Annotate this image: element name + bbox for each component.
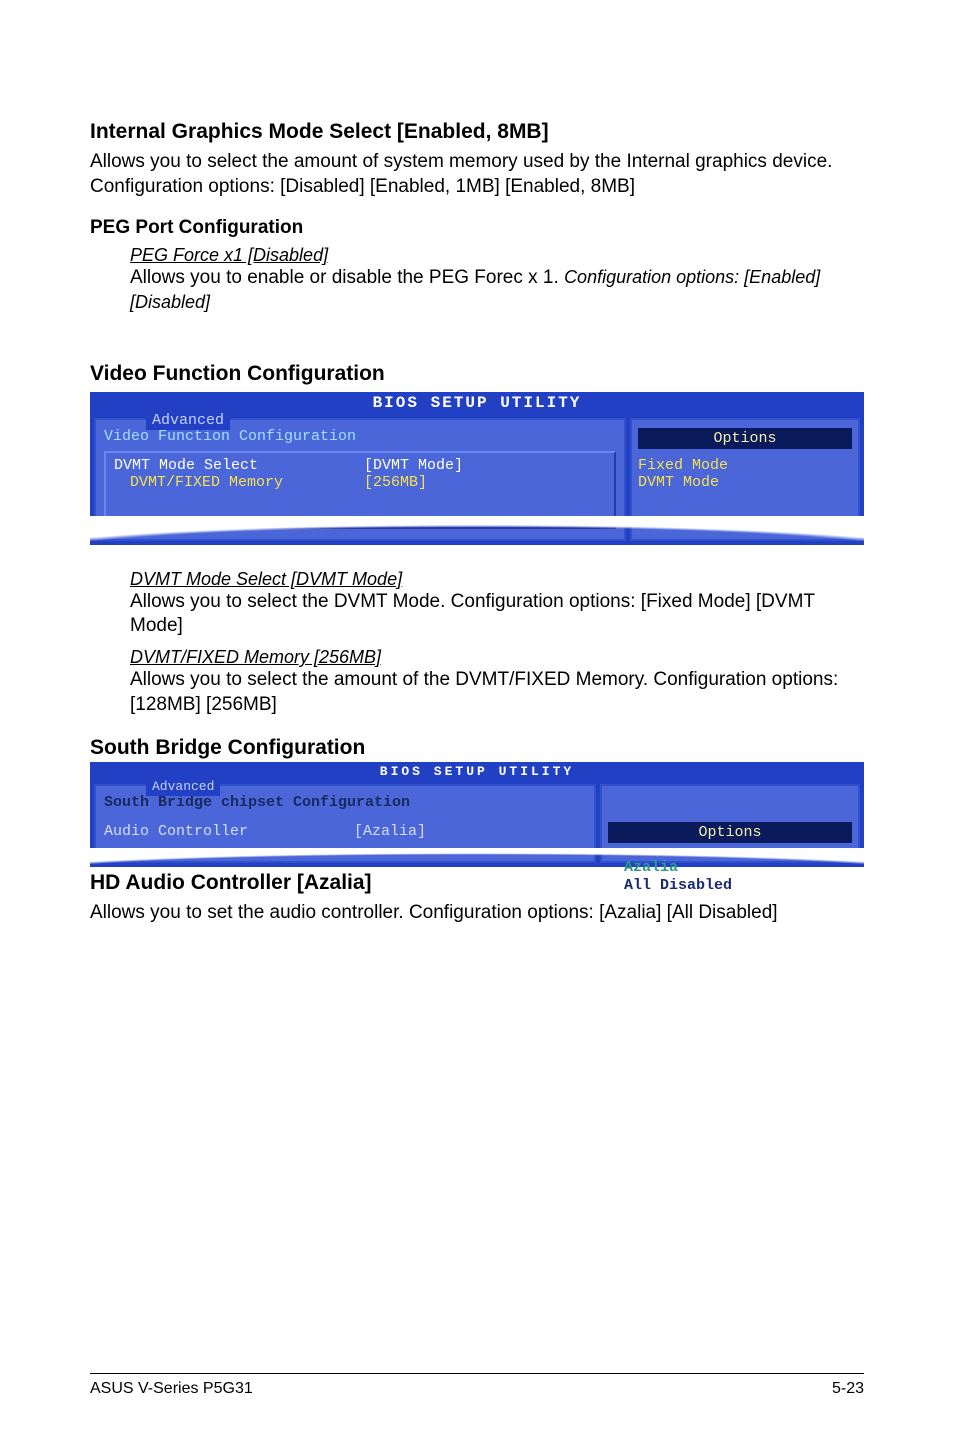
peg-item-body-a: Allows you to enable or disable the PEG … [130, 267, 564, 288]
bios1-opt-dvmt: DVMT Mode [638, 474, 852, 491]
bios2-row1-label: Audio Controller [104, 823, 354, 840]
para-igms: Allows you to select the amount of syste… [90, 150, 864, 199]
bios2-opt-all-disabled: All Disabled [624, 877, 824, 895]
bios1-opt-fixed: Fixed Mode [638, 457, 852, 474]
heading-vfc: Video Function Configuration [90, 362, 864, 386]
bios2-options-residual: Azalia All Disabled [624, 859, 824, 895]
bios1-left-panel: Video Function Configuration DVMT Mode S… [94, 418, 626, 541]
bios2-panel-title: South Bridge chipset Configuration [104, 794, 586, 811]
bios2-opt-azalia: Azalia [624, 859, 824, 877]
bios-screenshot-2: BIOS SETUP UTILITY Advanced South Bridge… [90, 762, 864, 867]
dvmt-mem-body: Allows you to select the amount of the D… [130, 668, 864, 717]
bios1-options-header: Options [638, 428, 852, 449]
bios1-row1-val: [DVMT Mode] [364, 457, 463, 474]
heading-peg: PEG Port Configuration [90, 217, 864, 239]
bios2-options-header: Options [608, 822, 852, 843]
footer-left: ASUS V-Series P5G31 [90, 1380, 253, 1398]
bios2-row1-val: [Azalia] [354, 823, 426, 840]
bios1-title: BIOS SETUP UTILITY [90, 392, 864, 414]
peg-item-title: PEG Force x1 [Disabled] [130, 245, 864, 266]
bios1-row1-label: DVMT Mode Select [114, 457, 364, 474]
bios1-row-dvmt-mode: DVMT Mode Select [DVMT Mode] [114, 457, 606, 474]
para-hd-audio: Allows you to set the audio controller. … [90, 901, 864, 926]
page-footer: ASUS V-Series P5G31 5-23 [90, 1373, 864, 1398]
bios1-tab-advanced: Advanced [146, 412, 230, 430]
dvmt-mem-title: DVMT/FIXED Memory [256MB] [130, 647, 864, 668]
dvmt-mode-title: DVMT Mode Select [DVMT Mode] [130, 569, 864, 590]
peg-item-body: Allows you to enable or disable the PEG … [130, 266, 864, 315]
footer-right: 5-23 [832, 1380, 864, 1398]
dvmt-mode-block: DVMT Mode Select [DVMT Mode] Allows you … [90, 569, 864, 718]
bios-screenshot-1: BIOS SETUP UTILITY Advanced Video Functi… [90, 392, 864, 545]
bios1-row2-val: [256MB] [364, 474, 427, 491]
bios2-tab-advanced: Advanced [146, 778, 220, 796]
bios1-row-dvmt-mem: DVMT/FIXED Memory [256MB] [114, 474, 606, 491]
bios1-inset-panel: DVMT Mode Select [DVMT Mode] DVMT/FIXED … [104, 451, 616, 529]
bios2-right-panel: Options [600, 784, 860, 863]
bios1-panel-title: Video Function Configuration [104, 428, 616, 445]
peg-item: PEG Force x1 [Disabled] Allows you to en… [90, 245, 864, 315]
heading-sbc: South Bridge Configuration [90, 736, 864, 760]
bios1-row2-label: DVMT/FIXED Memory [130, 474, 364, 491]
bios1-right-panel: Options Fixed Mode DVMT Mode [630, 418, 860, 541]
dvmt-mode-body: Allows you to select the DVMT Mode. Conf… [130, 590, 864, 639]
bios2-row-audio: Audio Controller [Azalia] [96, 823, 594, 840]
heading-igms: Internal Graphics Mode Select [Enabled, … [90, 120, 864, 144]
